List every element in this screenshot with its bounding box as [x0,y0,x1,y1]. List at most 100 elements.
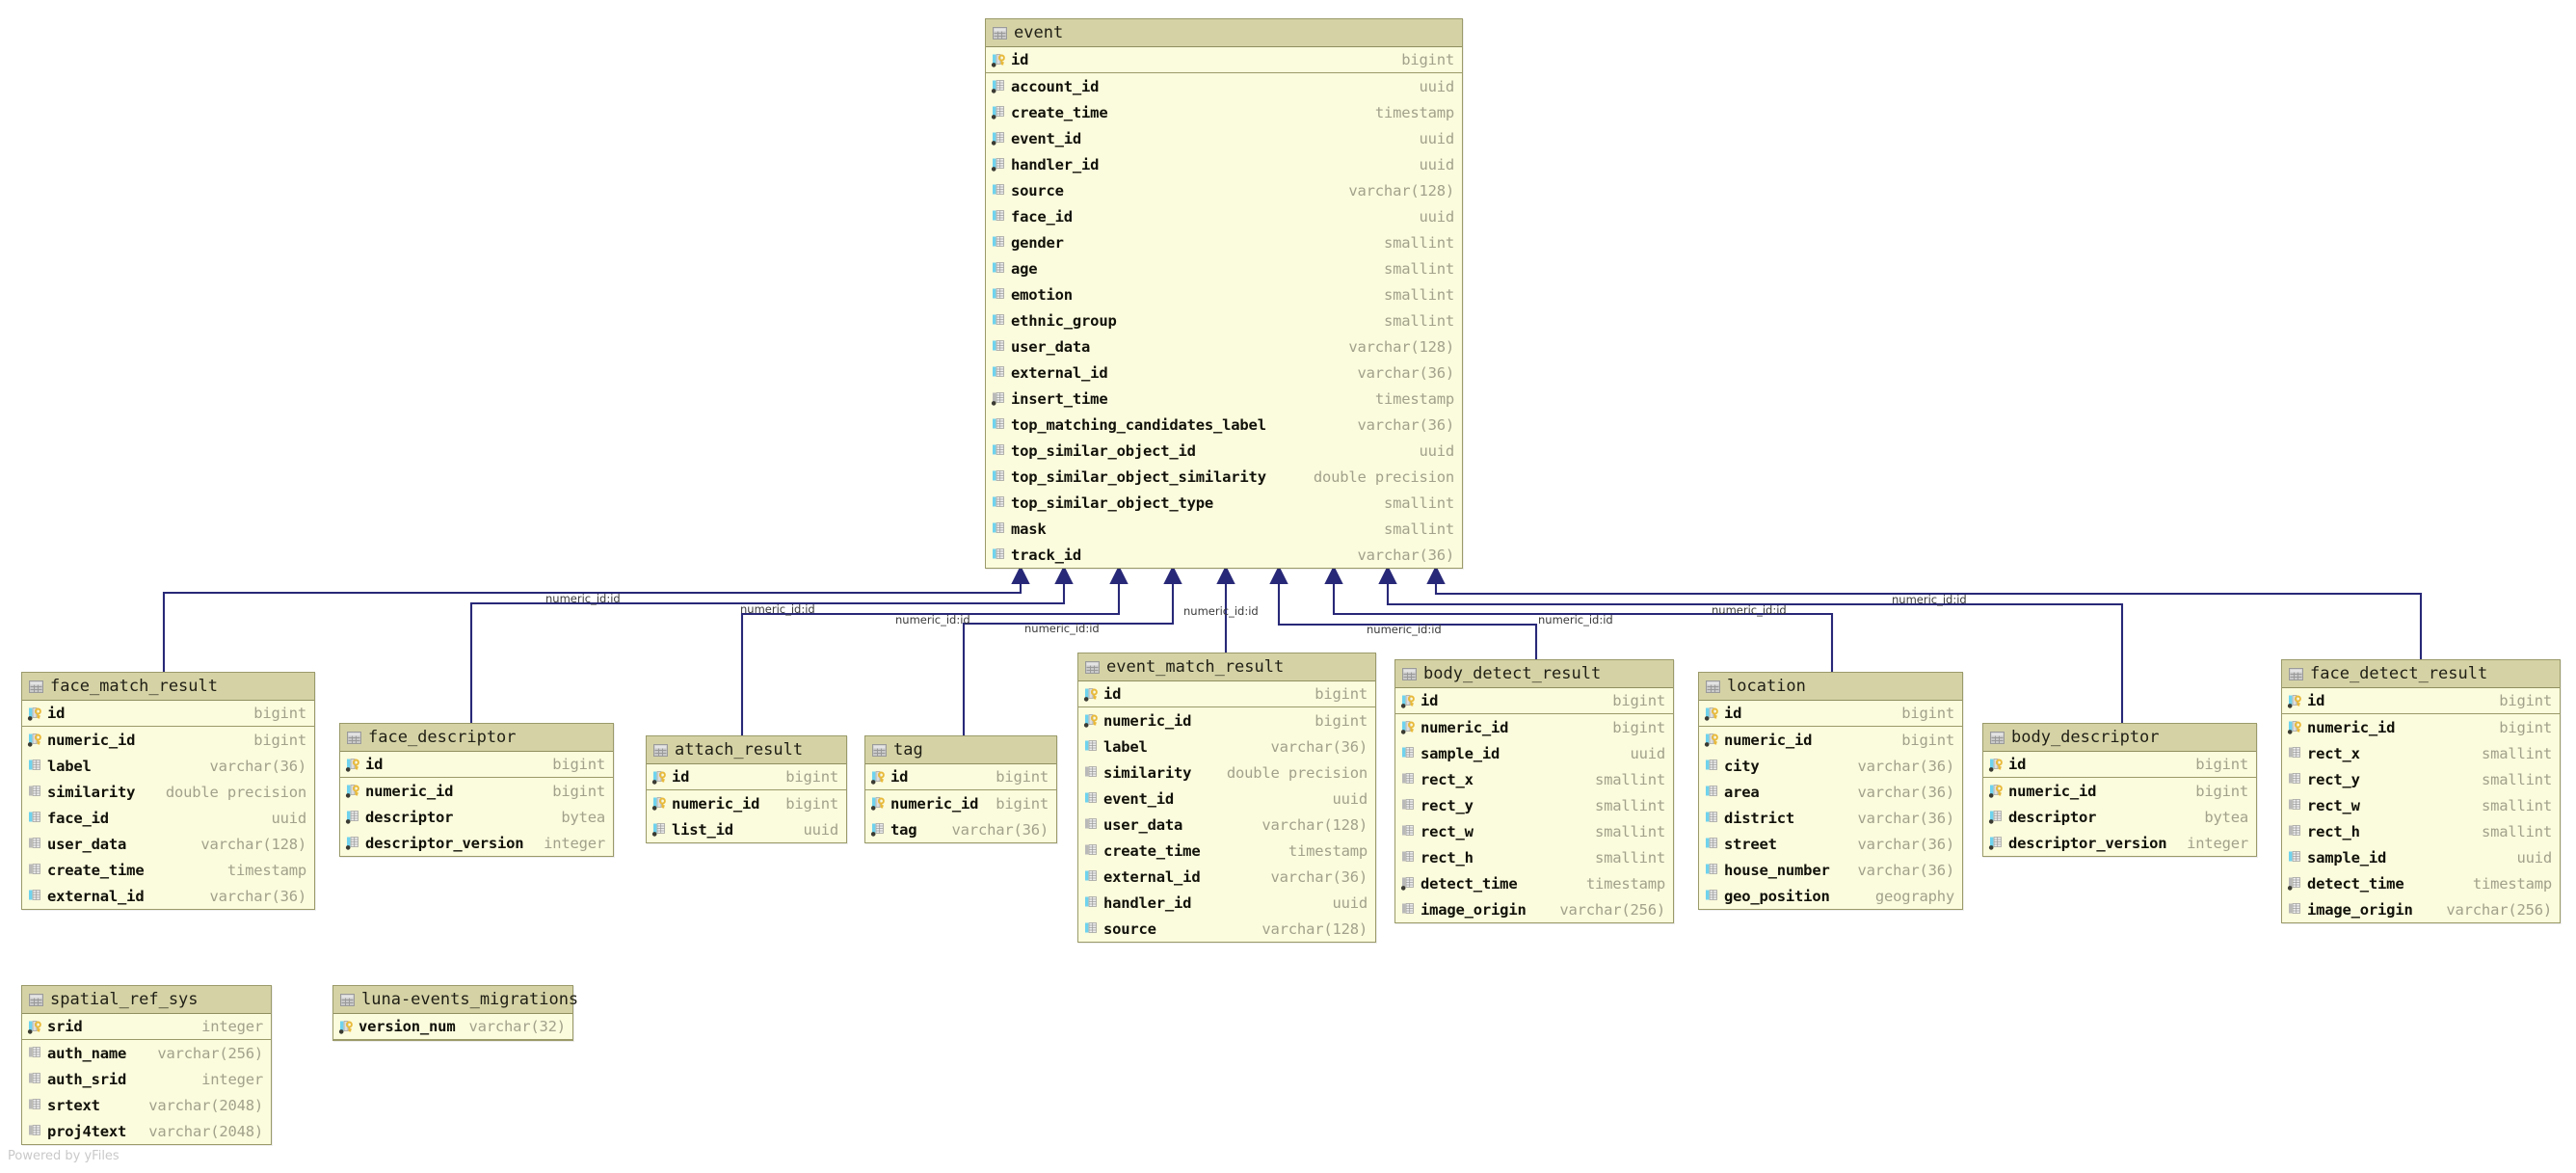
column-row[interactable]: create_time timestamp [22,857,314,883]
column-row[interactable]: auth_name varchar(256) [22,1040,271,1066]
column-row[interactable]: numeric_id bigint [22,727,314,753]
column-row[interactable]: numeric_id bigint [1078,707,1375,733]
table-node-body_detect_result[interactable]: body_detect_result id bigint numeric_id bigi… [1394,659,1674,923]
column-row[interactable]: numeric_id bigint [2282,714,2560,740]
table-node-face_detect_result[interactable]: face_detect_result id bigint numeric_id bigi… [2281,659,2561,923]
column-row[interactable]: handler_id uuid [1078,890,1375,916]
table-header-spatial_ref_sys[interactable]: spatial_ref_sys [22,986,271,1014]
column-row[interactable]: srtext varchar(2048) [22,1092,271,1118]
column-row[interactable]: external_id varchar(36) [1078,864,1375,890]
column-row[interactable]: rect_y smallint [1395,792,1673,818]
column-row[interactable]: rect_y smallint [2282,766,2560,792]
column-row[interactable]: street varchar(36) [1699,831,1962,857]
column-row[interactable]: id bigint [1983,752,2256,778]
column-row[interactable]: top_similar_object_id uuid [986,438,1462,464]
table-node-event[interactable]: event id bigint account_id uuid create_time ti… [985,18,1463,569]
column-row[interactable]: auth_srid integer [22,1066,271,1092]
column-row[interactable]: numeric_id bigint [1699,727,1962,753]
column-row[interactable]: numeric_id bigint [1983,778,2256,804]
table-node-body_descriptor[interactable]: body_descriptor id bigint numeric_id bigint d… [1982,723,2257,857]
column-row[interactable]: user_data varchar(128) [1078,812,1375,838]
column-row[interactable]: rect_w smallint [2282,792,2560,818]
column-row[interactable]: rect_x smallint [2282,740,2560,766]
column-row[interactable]: id bigint [1078,681,1375,707]
column-row[interactable]: similarity double precision [22,779,314,805]
column-row[interactable]: list_id uuid [647,816,846,842]
column-row[interactable]: city varchar(36) [1699,753,1962,779]
column-row[interactable]: external_id varchar(36) [22,883,314,909]
column-row[interactable]: area varchar(36) [1699,779,1962,805]
column-row[interactable]: top_matching_candidates_label varchar(36) [986,412,1462,438]
table-header-location[interactable]: location [1699,673,1962,701]
column-row[interactable]: rect_h smallint [1395,844,1673,870]
column-row[interactable]: event_id uuid [1078,786,1375,812]
column-row[interactable]: id bigint [340,752,613,778]
column-row[interactable]: id bigint [22,701,314,727]
column-row[interactable]: proj4text varchar(2048) [22,1118,271,1144]
table-header-face_match_result[interactable]: face_match_result [22,673,314,701]
table-header-face_detect_result[interactable]: face_detect_result [2282,660,2560,688]
column-row[interactable]: handler_id uuid [986,151,1462,177]
table-node-spatial_ref_sys[interactable]: spatial_ref_sys srid integer auth_name varch… [21,985,272,1145]
column-row[interactable]: source varchar(128) [1078,916,1375,942]
column-row[interactable]: descriptor bytea [1983,804,2256,830]
column-row[interactable]: rect_w smallint [1395,818,1673,844]
column-row[interactable]: user_data varchar(128) [986,333,1462,360]
column-row[interactable]: descriptor_version integer [340,830,613,856]
column-row[interactable]: top_similar_object_type smallint [986,490,1462,516]
table-header-body_detect_result[interactable]: body_detect_result [1395,660,1673,688]
column-row[interactable]: track_id varchar(36) [986,542,1462,568]
column-row[interactable]: user_data varchar(128) [22,831,314,857]
column-row[interactable]: numeric_id bigint [647,790,846,816]
column-row[interactable]: gender smallint [986,229,1462,255]
column-row[interactable]: label varchar(36) [22,753,314,779]
column-row[interactable]: top_similar_object_similarity double prec… [986,464,1462,490]
column-row[interactable]: account_id uuid [986,73,1462,99]
table-header-body_descriptor[interactable]: body_descriptor [1983,724,2256,752]
column-row[interactable]: external_id varchar(36) [986,360,1462,386]
column-row[interactable]: house_number varchar(36) [1699,857,1962,883]
column-row[interactable]: face_id uuid [22,805,314,831]
table-node-tag[interactable]: tag id bigint numeric_id bigint tag varchar(36… [864,735,1057,843]
column-row[interactable]: rect_h smallint [2282,818,2560,844]
column-row[interactable]: similarity double precision [1078,760,1375,786]
er-diagram-canvas[interactable]: numeric_id:id numeric_id:id numeric_id:id n… [0,0,2576,1173]
table-header-tag[interactable]: tag [865,736,1056,764]
column-row[interactable]: age smallint [986,255,1462,281]
column-row[interactable]: version_num varchar(32) [333,1014,572,1040]
column-row[interactable]: tag varchar(36) [865,816,1056,842]
column-row[interactable]: id bigint [1699,701,1962,727]
table-header-event[interactable]: event [986,19,1462,47]
column-row[interactable]: create_time timestamp [1078,838,1375,864]
column-row[interactable]: source varchar(128) [986,177,1462,203]
table-node-event_match_result[interactable]: event_match_result id bigint numeric_id bigi… [1077,653,1376,943]
column-row[interactable]: insert_time timestamp [986,386,1462,412]
column-row[interactable]: id bigint [647,764,846,790]
column-row[interactable]: emotion smallint [986,281,1462,307]
table-node-attach_result[interactable]: attach_result id bigint numeric_id bigint lis… [646,735,847,843]
table-node-luna-events_migrations[interactable]: luna-events_migrations version_num varchar… [332,985,578,1041]
table-node-face_descriptor[interactable]: face_descriptor id bigint numeric_id bigint d… [339,723,614,857]
column-row[interactable]: ethnic_group smallint [986,307,1462,333]
column-row[interactable]: geo_position geography [1699,883,1962,909]
column-row[interactable]: create_time timestamp [986,99,1462,125]
table-header-attach_result[interactable]: attach_result [647,736,846,764]
table-node-face_match_result[interactable]: face_match_result id bigint numeric_id bigin… [21,672,315,910]
column-row[interactable]: descriptor bytea [340,804,613,830]
column-row[interactable]: srid integer [22,1014,271,1040]
column-row[interactable]: id bigint [2282,688,2560,714]
column-row[interactable]: id bigint [865,764,1056,790]
table-header-face_descriptor[interactable]: face_descriptor [340,724,613,752]
column-row[interactable]: image_origin varchar(256) [1395,896,1673,922]
table-header-event_match_result[interactable]: event_match_result [1078,653,1375,681]
column-row[interactable]: sample_id uuid [2282,844,2560,870]
column-row[interactable]: id bigint [986,47,1462,73]
column-row[interactable]: rect_x smallint [1395,766,1673,792]
column-row[interactable]: face_id uuid [986,203,1462,229]
column-row[interactable]: detect_time timestamp [2282,870,2560,896]
column-row[interactable]: label varchar(36) [1078,733,1375,760]
column-row[interactable]: mask smallint [986,516,1462,542]
column-row[interactable]: numeric_id bigint [1395,714,1673,740]
column-row[interactable]: detect_time timestamp [1395,870,1673,896]
table-node-location[interactable]: location id bigint numeric_id bigint city varc… [1698,672,1963,910]
